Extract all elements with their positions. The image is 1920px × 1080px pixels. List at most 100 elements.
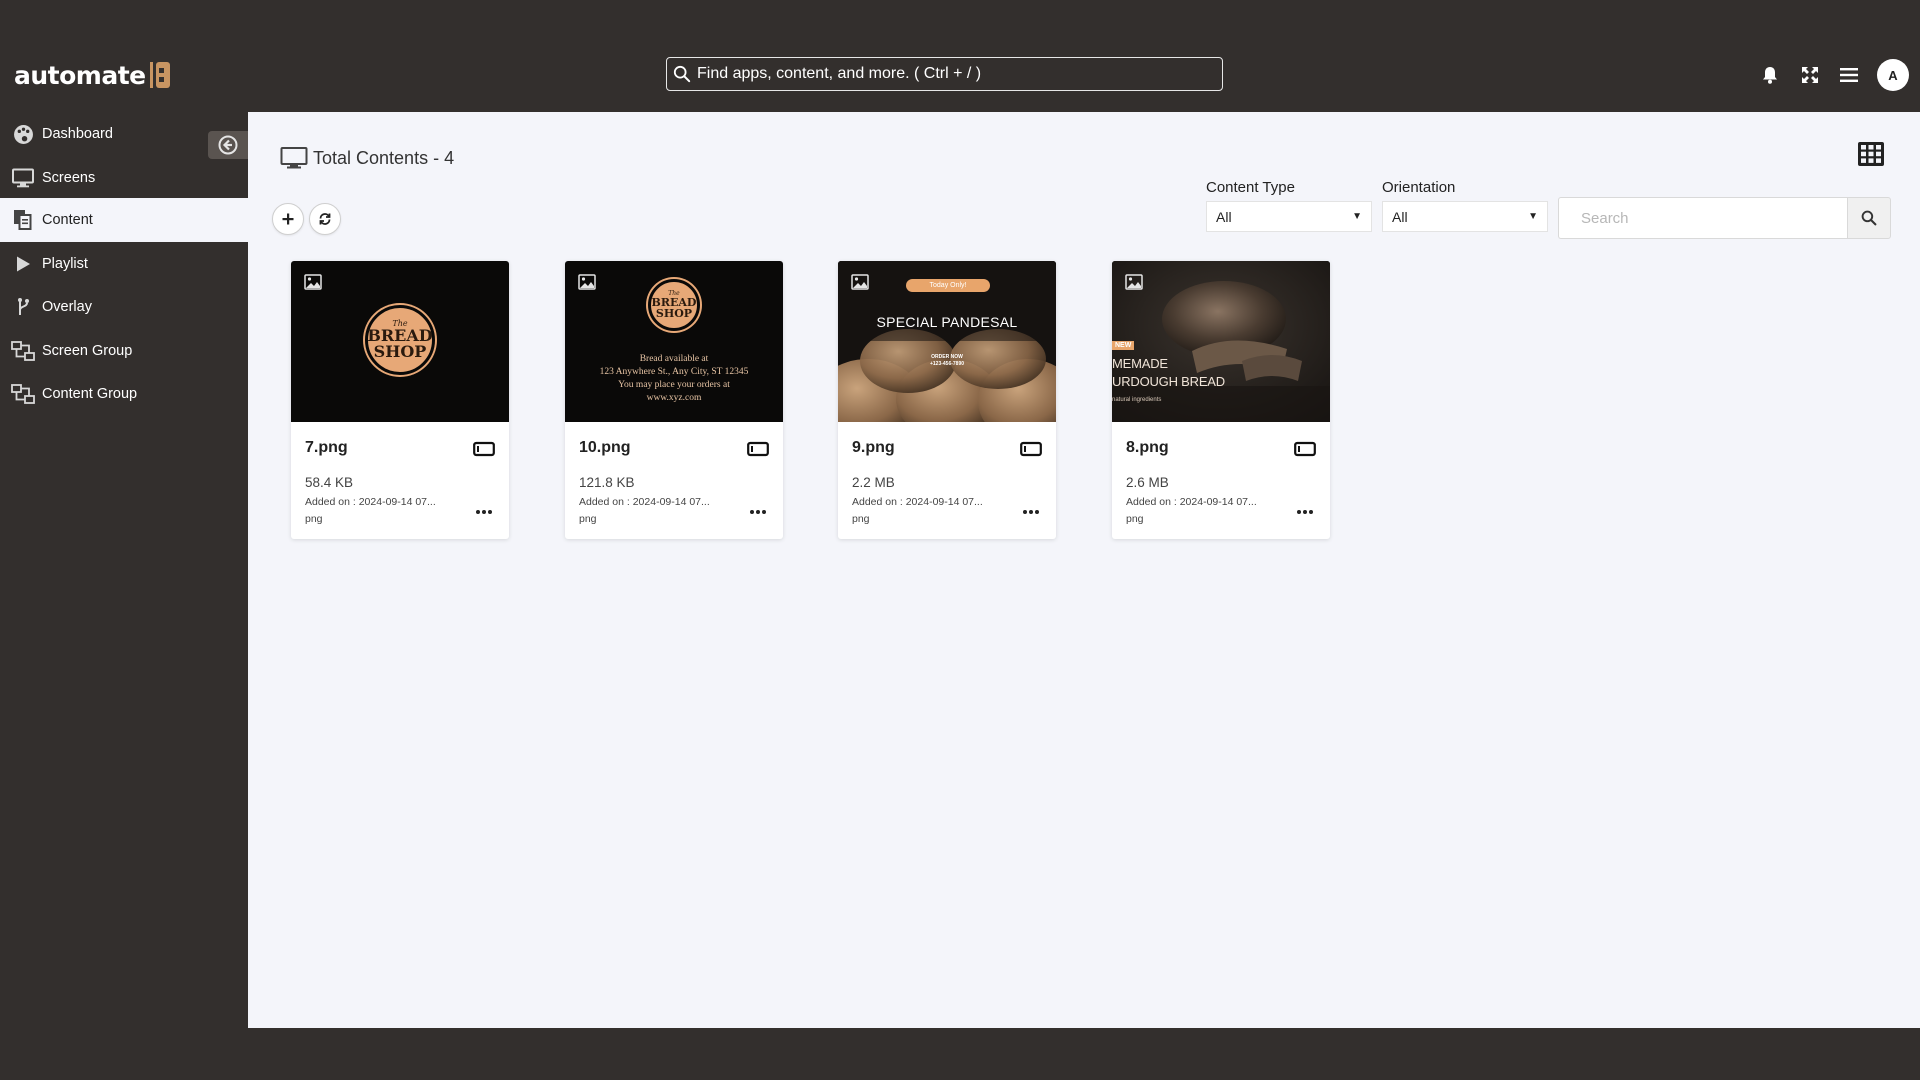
content-size: 2.2 MB — [852, 475, 895, 490]
content-added-date: Added on : 2024-09-14 07... — [852, 496, 983, 508]
content-thumbnail[interactable]: The BREAD SHOP Bread available at 123 An… — [565, 261, 783, 422]
sidebar-item-playlist[interactable]: Playlist — [0, 242, 248, 286]
sidebar-item-label: Screens — [42, 170, 96, 186]
content-size: 2.6 MB — [1126, 475, 1169, 490]
avatar[interactable]: A — [1877, 59, 1909, 91]
sidebar-item-label: Playlist — [42, 256, 88, 272]
sidebar-collapse-button[interactable] — [208, 131, 248, 159]
bottom-bar — [0, 1028, 1920, 1080]
more-options-icon[interactable] — [1020, 505, 1042, 519]
total-contents-label: Total Contents - 4 — [313, 147, 455, 168]
bread-shop-logo: The BREAD SHOP — [365, 305, 435, 375]
monitor-icon — [11, 166, 35, 190]
content-thumbnail[interactable]: NEW MEMADE URDOUGH BREAD natural ingredi… — [1112, 261, 1330, 422]
hamburger-icon[interactable] — [1835, 60, 1863, 90]
group-icon — [11, 382, 35, 406]
content-thumbnail[interactable]: Today Only! SPECIAL PANDESAL ORDER NOW +… — [838, 261, 1056, 422]
caret-down-icon: ▼ — [1528, 211, 1538, 222]
content-card[interactable]: NEW MEMADE URDOUGH BREAD natural ingredi… — [1112, 261, 1330, 539]
monitor-icon — [280, 147, 308, 169]
thumb-title: SPECIAL PANDESAL — [876, 314, 1018, 330]
page-title: Total Contents - 4 — [280, 146, 454, 170]
content-added-date: Added on : 2024-09-14 07... — [305, 496, 436, 508]
sidebar-item-overlay[interactable]: Overlay — [0, 285, 248, 329]
copy-icon — [11, 208, 35, 232]
content-name: 8.png — [1126, 439, 1169, 456]
plus-icon — [282, 213, 294, 225]
content-search-input[interactable] — [1558, 197, 1848, 239]
sidebar-item-label: Content Group — [42, 386, 138, 402]
palette-icon — [11, 122, 35, 146]
thumb-title-line: MEMADE — [1112, 356, 1168, 371]
content-card[interactable]: Today Only! SPECIAL PANDESAL ORDER NOW +… — [838, 261, 1056, 539]
search-icon — [1861, 210, 1877, 226]
orientation-select[interactable]: All ▼ — [1382, 201, 1548, 232]
grid-icon — [1858, 142, 1884, 166]
thumb-text-line: 123 Anywhere St., Any City, ST 12345 — [599, 367, 749, 377]
content-name: 7.png — [305, 439, 348, 456]
landscape-orientation-icon — [747, 441, 769, 457]
image-icon — [851, 274, 869, 290]
image-icon — [304, 274, 322, 290]
search-icon — [673, 65, 691, 83]
landscape-orientation-icon — [473, 441, 495, 457]
add-content-button[interactable] — [272, 203, 304, 235]
thumb-subtitle: natural ingredients — [1112, 397, 1162, 403]
sidebar-item-screens[interactable]: Screens — [0, 156, 248, 200]
content-card[interactable]: The BREAD SHOP Bread available at 123 An… — [565, 261, 783, 539]
branch-icon — [11, 295, 35, 319]
content-size: 58.4 KB — [305, 475, 354, 490]
logo-mark-icon — [149, 61, 170, 89]
grid-view-toggle[interactable] — [1857, 141, 1885, 167]
caret-down-icon: ▼ — [1352, 211, 1362, 222]
content-size: 121.8 KB — [579, 475, 635, 490]
content-extension: png — [1126, 513, 1144, 525]
sidebar-item-label: Content — [42, 212, 93, 228]
new-badge: NEW — [1112, 341, 1135, 350]
content-type-value: All — [1216, 208, 1232, 225]
content-type-label: Content Type — [1206, 179, 1295, 196]
expand-icon[interactable] — [1796, 60, 1824, 90]
content-name: 9.png — [852, 439, 895, 456]
sidebar-item-label: Screen Group — [42, 343, 133, 359]
top-bar: automate A — [0, 0, 1920, 112]
sidebar-item-label: Dashboard — [42, 126, 113, 142]
content-search-button[interactable] — [1847, 197, 1891, 239]
landscape-orientation-icon — [1294, 441, 1316, 457]
thumb-text-line: You may place your orders at — [618, 380, 730, 390]
sidebar-item-content[interactable]: Content — [0, 198, 248, 242]
thumb-text-line: Bread available at — [639, 354, 709, 364]
more-options-icon[interactable] — [747, 505, 769, 519]
orientation-value: All — [1392, 208, 1408, 225]
global-search[interactable] — [666, 57, 1223, 91]
orientation-label: Orientation — [1382, 179, 1456, 196]
sidebar: Dashboard Screens Content Playlist Overl… — [0, 112, 248, 1028]
app-logo[interactable]: automate — [14, 60, 170, 90]
content-extension: png — [852, 513, 870, 525]
group-icon — [11, 339, 35, 363]
refresh-button[interactable] — [309, 203, 341, 235]
content-extension: png — [305, 513, 323, 525]
content-thumbnail[interactable]: The BREAD SHOP — [291, 261, 509, 422]
sidebar-item-label: Overlay — [42, 299, 92, 315]
image-icon — [1125, 274, 1143, 290]
bread-shop-logo: The BREAD SHOP — [648, 279, 700, 331]
bell-icon[interactable] — [1756, 60, 1784, 90]
main-content: Total Contents - 4 Content Type All ▼ Or… — [248, 112, 1920, 1028]
content-added-date: Added on : 2024-09-14 07... — [579, 496, 710, 508]
content-name: 10.png — [579, 439, 631, 456]
content-card[interactable]: The BREAD SHOP 7.png 58.4 KB Added on : … — [291, 261, 509, 539]
sidebar-item-content-group[interactable]: Content Group — [0, 372, 248, 416]
refresh-icon — [319, 213, 331, 225]
play-icon — [11, 252, 35, 276]
thumb-title-line: URDOUGH BREAD — [1112, 374, 1225, 389]
more-options-icon[interactable] — [1294, 505, 1316, 519]
sidebar-item-screen-group[interactable]: Screen Group — [0, 329, 248, 373]
more-options-icon[interactable] — [473, 505, 495, 519]
global-search-input[interactable] — [697, 65, 1197, 83]
image-icon — [578, 274, 596, 290]
arrow-left-circle-icon — [218, 135, 238, 155]
thumb-text-line: www.xyz.com — [646, 393, 702, 403]
content-extension: png — [579, 513, 597, 525]
content-type-select[interactable]: All ▼ — [1206, 201, 1372, 232]
